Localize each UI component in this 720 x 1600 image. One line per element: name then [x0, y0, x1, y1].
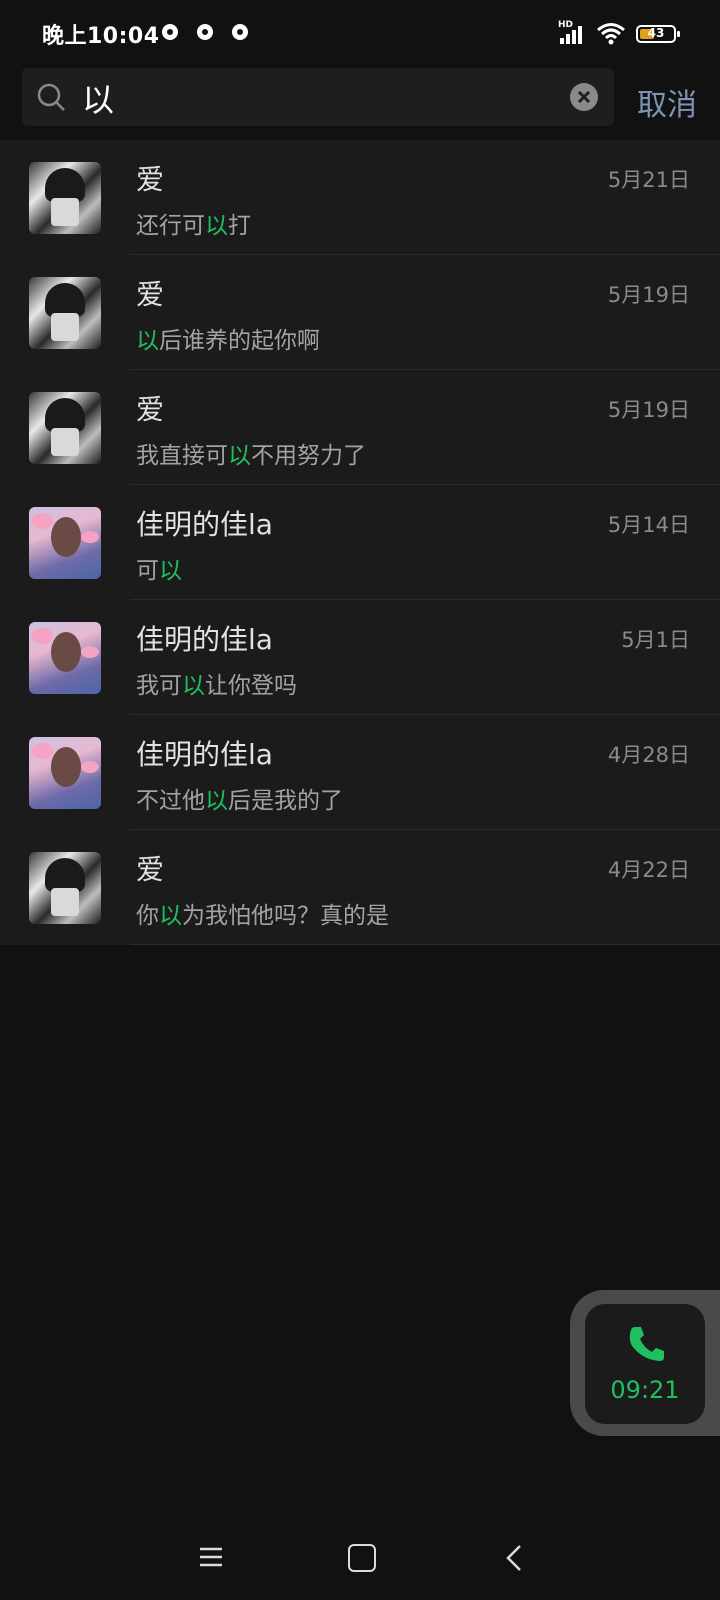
notification-icon: [162, 24, 178, 40]
snippet-match: 以: [159, 558, 182, 584]
message-snippet: 还行可以打: [136, 206, 251, 240]
call-duration: 09:21: [610, 1376, 680, 1404]
message-date: 5月19日: [607, 283, 690, 307]
battery-level: 43: [647, 26, 665, 40]
result-row[interactable]: 佳明的佳la 5月1日我可以让你登吗: [0, 600, 720, 715]
result-row[interactable]: 佳明的佳la 4月28日不过他以后是我的了: [0, 715, 720, 830]
divider: [130, 944, 720, 945]
snippet-text: 可: [136, 558, 159, 584]
phone-icon: [627, 1324, 665, 1364]
search-input[interactable]: [80, 68, 564, 128]
floating-call-bubble[interactable]: 09:21: [570, 1290, 720, 1436]
result-row[interactable]: 爱 5月21日还行可以打: [0, 140, 720, 255]
contact-name: 爱: [136, 853, 165, 886]
battery-icon: 43: [636, 25, 680, 43]
snippet-text: 不过他: [136, 788, 205, 814]
search-results-list: 爱 5月21日 还行可以打爱 5月19日 以后谁养的起你啊爱 5月19日 我直接可以不用努力…: [0, 140, 720, 945]
message-snippet: 可以: [136, 551, 182, 585]
message-snippet: 我可以让你登吗: [136, 666, 297, 700]
message-snippet: 我直接可以不用努力了: [136, 436, 366, 470]
contact-name: 佳明的佳la: [136, 623, 273, 656]
snippet-text: 后是我的了: [228, 788, 343, 814]
status-time: 晚上10:04: [42, 24, 160, 49]
avatar: [29, 852, 101, 924]
status-bar: 晚上10:04 HD 43: [0, 0, 720, 68]
wifi-icon: [596, 22, 626, 46]
snippet-text: 我直接可: [136, 443, 228, 469]
message-snippet: 以后谁养的起你啊: [136, 321, 320, 355]
call-bubble-inner[interactable]: 09:21: [585, 1304, 705, 1424]
snippet-text: 打: [228, 213, 251, 239]
snippet-match: 以: [205, 788, 228, 814]
home-icon[interactable]: [348, 1544, 376, 1572]
snippet-match: 以: [182, 673, 205, 699]
snippet-match: 以: [205, 213, 228, 239]
result-row[interactable]: 爱 5月19日我直接可以不用努力了: [0, 370, 720, 485]
contact-name: 爱: [136, 393, 165, 426]
avatar: [29, 277, 101, 349]
snippet-text: 为我怕他吗？真的是: [182, 903, 389, 929]
back-icon[interactable]: [504, 1544, 524, 1572]
snippet-text: 后谁养的起你啊: [159, 328, 320, 354]
notification-icon: [232, 24, 248, 40]
menu-icon[interactable]: [198, 1546, 224, 1568]
avatar: [29, 737, 101, 809]
snippet-match: 以: [136, 328, 159, 354]
notification-icon: [197, 24, 213, 40]
snippet-text: 让你登吗: [205, 673, 297, 699]
message-date: 5月19日: [607, 398, 690, 422]
avatar: [29, 162, 101, 234]
search-bar: 取消: [0, 68, 720, 138]
snippet-match: 以: [159, 903, 182, 929]
avatar: [29, 392, 101, 464]
avatar: [29, 507, 101, 579]
search-box[interactable]: [22, 68, 614, 128]
message-date: 4月28日: [607, 743, 690, 767]
snippet-text: 你: [136, 903, 159, 929]
snippet-text: 我可: [136, 673, 182, 699]
snippet-text: 不用努力了: [251, 443, 366, 469]
clear-icon[interactable]: [570, 83, 598, 111]
search-icon: [36, 82, 66, 112]
contact-name: 佳明的佳la: [136, 508, 273, 541]
contact-name: 爱: [136, 163, 165, 196]
message-snippet: 不过他以后是我的了: [136, 781, 343, 815]
result-row[interactable]: 爱 4月22日你以为我怕他吗？真的是: [0, 830, 720, 945]
message-date: 5月1日: [621, 628, 690, 652]
snippet-match: 以: [228, 443, 251, 469]
avatar: [29, 622, 101, 694]
message-snippet: 你以为我怕他吗？真的是: [136, 896, 389, 930]
message-date: 4月22日: [607, 858, 690, 882]
message-date: 5月21日: [607, 168, 690, 192]
contact-name: 爱: [136, 278, 165, 311]
result-row[interactable]: 佳明的佳la 5月14日可以: [0, 485, 720, 600]
navigation-bar: [0, 1520, 720, 1600]
contact-name: 佳明的佳la: [136, 738, 273, 771]
snippet-text: 还行可: [136, 213, 205, 239]
result-row[interactable]: 爱 5月19日以后谁养的起你啊: [0, 255, 720, 370]
cellular-signal-icon: HD: [558, 20, 588, 46]
message-date: 5月14日: [607, 513, 690, 537]
cancel-button[interactable]: 取消: [637, 80, 697, 124]
